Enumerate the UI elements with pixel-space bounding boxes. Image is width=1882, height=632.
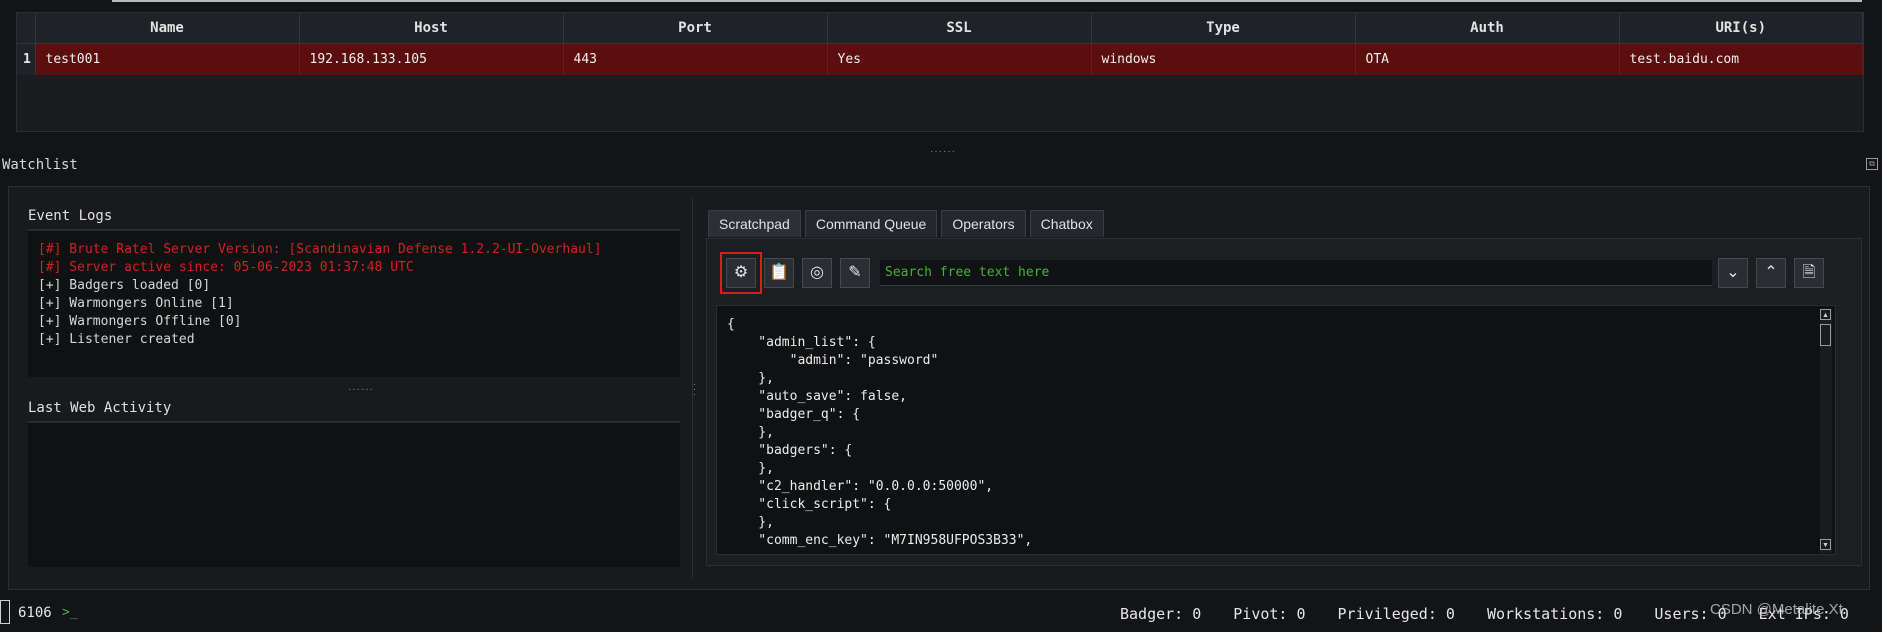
watchlist-title: Watchlist <box>2 157 78 173</box>
top-divider <box>112 0 1862 2</box>
col-header-name[interactable]: Name <box>35 13 300 44</box>
double-chevron-up-icon: ⌃ <box>1764 264 1778 281</box>
cell-port[interactable]: 443 <box>563 43 828 75</box>
scroll-down-arrow-icon[interactable]: ▼ <box>1820 539 1831 550</box>
log-line: [+] Listener created <box>38 332 195 347</box>
col-header-auth[interactable]: Auth <box>1355 13 1620 44</box>
code-line: }, <box>727 461 774 476</box>
log-splitter-handle[interactable]: ······ <box>348 384 374 395</box>
col-header-uris[interactable]: URI(s) <box>1619 13 1863 44</box>
corner-header <box>17 13 36 44</box>
web-activity-title: Last Web Activity <box>28 400 172 416</box>
col-header-ssl[interactable]: SSL <box>827 13 1092 44</box>
console-toggle[interactable] <box>0 600 10 624</box>
vertical-splitter-handle[interactable]: · · · <box>693 380 696 399</box>
web-activity-view[interactable] <box>28 421 680 567</box>
cell-name[interactable]: test001 <box>35 43 300 75</box>
code-line: "badger_q": { <box>727 407 861 422</box>
code-line: }, <box>727 425 774 440</box>
tab-scratchpad[interactable]: Scratchpad <box>708 210 801 237</box>
scrollbar-thumb[interactable] <box>1820 324 1831 346</box>
listener-table: Name Host Port SSL Type Auth URI(s) 1 te… <box>17 13 1863 75</box>
tab-bar: Scratchpad Command Queue Operators Chatb… <box>708 210 1104 238</box>
scratchpad-editor[interactable]: { "admin_list": { "admin": "password" },… <box>716 305 1836 555</box>
pivot-count: Pivot: 0 <box>1233 605 1306 623</box>
col-header-port[interactable]: Port <box>563 13 828 44</box>
search-input[interactable] <box>880 260 1712 286</box>
log-line: [#] Server active since: 05-06-2023 01:3… <box>38 260 414 275</box>
scroll-up-button[interactable]: ⌃ <box>1756 258 1786 288</box>
cell-uris[interactable]: test.baidu.com <box>1619 43 1863 75</box>
code-line: "comm_enc_key": "M7IN958UFPOS3B33", <box>727 533 1033 548</box>
cell-type[interactable]: windows <box>1091 43 1356 75</box>
event-log-view[interactable]: [#] Brute Ratel Server Version: [Scandin… <box>28 229 680 377</box>
scroll-down-button[interactable]: ⌄ <box>1718 258 1748 288</box>
edit-button[interactable]: ✎ <box>840 258 870 288</box>
sync-button[interactable]: ◎ <box>802 258 832 288</box>
table-row[interactable]: 1 test001 192.168.133.105 443 Yes window… <box>17 43 1863 75</box>
code-line: }, <box>727 371 774 386</box>
double-chevron-down-icon: ⌄ <box>1726 264 1740 281</box>
float-dock-icon[interactable]: ⧉ <box>1866 158 1878 170</box>
cell-ssl[interactable]: Yes <box>827 43 1092 75</box>
edit-icon: ✎ <box>848 264 862 281</box>
log-line: [#] Brute Ratel Server Version: [Scandin… <box>38 242 602 257</box>
scroll-up-arrow-icon[interactable]: ▲ <box>1820 309 1831 320</box>
code-line: "click_script": { <box>727 497 892 512</box>
log-line: [+] Warmongers Offline [0] <box>38 314 242 329</box>
code-line: "c2_handler": "0.0.0.0:50000", <box>727 479 994 494</box>
tab-operators[interactable]: Operators <box>941 210 1026 237</box>
tab-command-queue[interactable]: Command Queue <box>804 210 938 237</box>
file-check-icon: 🗎 <box>1802 264 1816 281</box>
sync-icon: ◎ <box>810 264 824 281</box>
event-logs-title: Event Logs <box>28 208 113 224</box>
tab-chatbox[interactable]: Chatbox <box>1029 210 1104 237</box>
paste-button[interactable]: 📋 <box>764 258 794 288</box>
badger-count: Badger: 0 <box>1120 605 1202 623</box>
gear-icon: ⚙ <box>733 264 749 281</box>
cell-auth[interactable]: OTA <box>1355 43 1620 75</box>
cell-host[interactable]: 192.168.133.105 <box>299 43 564 75</box>
code-line: }, <box>727 515 774 530</box>
clipboard-icon: 📋 <box>769 264 789 281</box>
row-number[interactable]: 1 <box>17 43 36 75</box>
code-line: "admin": "password" <box>727 353 939 368</box>
code-line: "auto_save": false, <box>727 389 908 404</box>
splitter-handle[interactable]: ······ <box>930 146 956 157</box>
watermark: CSDN @Metalite Xt <box>1710 601 1843 618</box>
workstations-count: Workstations: 0 <box>1486 605 1623 623</box>
listener-table-panel: Name Host Port SSL Type Auth URI(s) 1 te… <box>16 12 1864 132</box>
settings-button[interactable]: ⚙ <box>720 252 762 294</box>
code-line: { <box>727 317 735 332</box>
log-line: [+] Warmongers Online [1] <box>38 296 234 311</box>
save-button[interactable]: 🗎 <box>1794 258 1824 288</box>
col-header-host[interactable]: Host <box>299 13 564 44</box>
code-line: "badgers": { <box>727 443 853 458</box>
code-line: "admin_list": { <box>727 335 876 350</box>
log-line: [+] Badgers loaded [0] <box>38 278 211 293</box>
editor-scrollbar[interactable]: ▲ ▼ <box>1820 309 1832 553</box>
privileged-count: Privileged: 0 <box>1337 605 1455 623</box>
col-header-type[interactable]: Type <box>1091 13 1356 44</box>
server-port: 6106 <box>18 605 52 621</box>
console-prompt[interactable]: >_ <box>62 605 78 620</box>
